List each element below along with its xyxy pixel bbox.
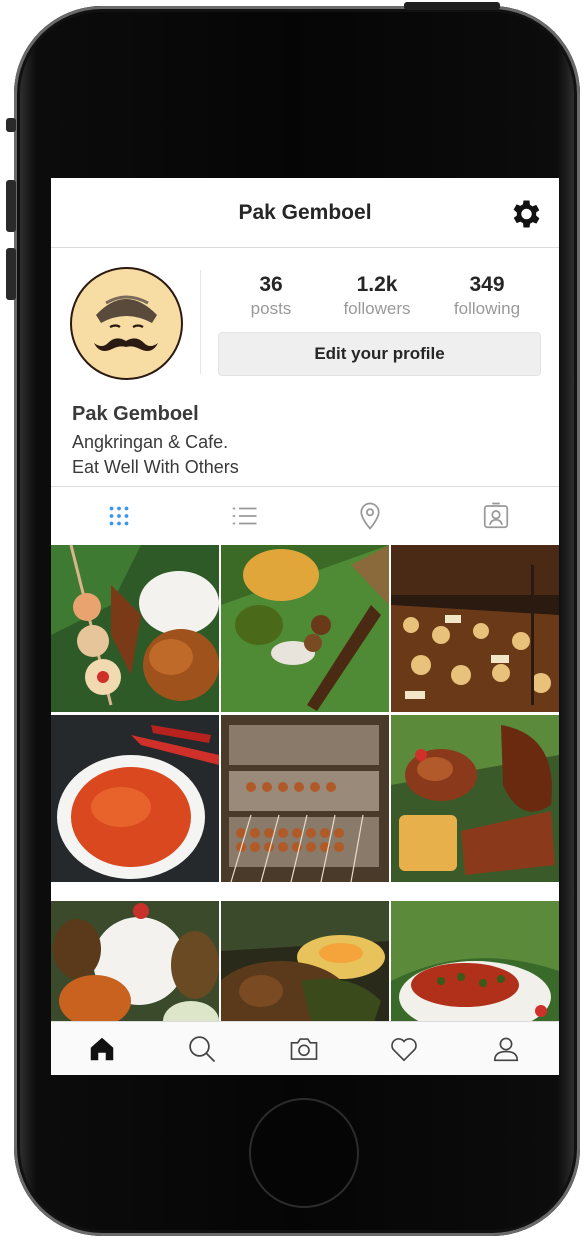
profile-icon[interactable] bbox=[491, 1034, 521, 1064]
posts-stat[interactable]: 36 posts bbox=[221, 273, 321, 319]
camera-icon[interactable] bbox=[289, 1034, 319, 1064]
app-screen: Pak Gemboel 36 posts 1.2k followers 349 … bbox=[51, 178, 559, 1075]
location-pin-icon[interactable] bbox=[355, 501, 385, 531]
grid-photo-4[interactable] bbox=[51, 715, 219, 882]
mute-switch bbox=[6, 118, 16, 132]
edit-profile-button[interactable]: Edit your profile bbox=[218, 332, 541, 376]
power-button bbox=[404, 2, 500, 10]
followers-stat[interactable]: 1.2k followers bbox=[327, 273, 427, 319]
tagged-person-icon[interactable] bbox=[481, 501, 511, 531]
home-icon[interactable] bbox=[87, 1034, 117, 1064]
bottom-nav bbox=[51, 1021, 559, 1075]
home-button[interactable] bbox=[249, 1098, 359, 1208]
grid-photo-5[interactable] bbox=[221, 715, 389, 882]
grid-photo-3[interactable] bbox=[391, 545, 559, 712]
grid-photo-6[interactable] bbox=[391, 715, 559, 882]
avatar[interactable] bbox=[70, 267, 183, 380]
following-stat[interactable]: 349 following bbox=[437, 273, 537, 319]
top-bar: Pak Gemboel bbox=[51, 178, 559, 248]
gear-icon[interactable] bbox=[507, 196, 543, 232]
search-icon[interactable] bbox=[187, 1034, 217, 1064]
bio-line-2: Eat Well With Others bbox=[72, 457, 239, 477]
volume-up-button bbox=[6, 180, 16, 232]
posts-count: 36 bbox=[259, 273, 283, 296]
bio-name: Pak Gemboel bbox=[72, 403, 199, 425]
mustache-man-avatar-icon bbox=[94, 295, 158, 351]
profile-tabs bbox=[51, 486, 559, 544]
photo-grid bbox=[51, 545, 559, 1041]
followers-count: 1.2k bbox=[356, 273, 398, 296]
heart-icon[interactable] bbox=[389, 1034, 419, 1064]
volume-down-button bbox=[6, 248, 16, 300]
following-count: 349 bbox=[469, 273, 505, 296]
page-title: Pak Gemboel bbox=[238, 201, 372, 224]
bio-line-1: Angkringan & Cafe. bbox=[72, 432, 229, 452]
grid-photo-2[interactable] bbox=[221, 545, 389, 712]
list-icon[interactable] bbox=[229, 501, 259, 531]
posts-label: posts bbox=[250, 299, 292, 318]
grid-icon[interactable] bbox=[104, 501, 134, 531]
following-label: following bbox=[453, 299, 521, 318]
followers-label: followers bbox=[343, 299, 411, 318]
profile-divider bbox=[200, 270, 201, 374]
grid-photo-1[interactable] bbox=[51, 545, 219, 712]
